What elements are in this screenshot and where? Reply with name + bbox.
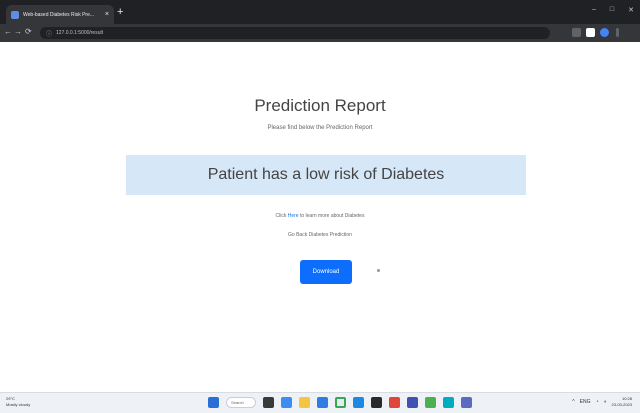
reload-icon[interactable]: ⟳ bbox=[25, 27, 32, 36]
os-taskbar: 29°C Mostly cloudy Search ^ ENG ◔ ◖ 10:2… bbox=[0, 392, 640, 413]
show-hidden-icon[interactable]: ^ bbox=[572, 399, 574, 405]
extension-icon[interactable] bbox=[586, 28, 595, 37]
download-button[interactable]: Download bbox=[300, 260, 352, 284]
language-indicator[interactable]: ENG bbox=[580, 399, 591, 405]
edge-icon[interactable] bbox=[317, 397, 328, 408]
result-text: Patient has a low risk of Diabetes bbox=[207, 166, 445, 183]
window-controls: – □ ✕ bbox=[592, 6, 634, 14]
favicon-icon bbox=[11, 10, 19, 19]
weather-desc: Mostly cloudy bbox=[6, 402, 31, 407]
address-bar[interactable]: ⓘ 127.0.0.1:5000/result bbox=[40, 27, 550, 39]
url-text: 127.0.0.1:5000/result bbox=[56, 30, 103, 36]
chrome-icon[interactable] bbox=[335, 397, 346, 408]
back-icon[interactable]: ← bbox=[4, 27, 12, 36]
file-explorer-icon[interactable] bbox=[299, 397, 310, 408]
learn-more-line: Click Here to learn more about Diabetes bbox=[0, 213, 640, 219]
app-icon[interactable] bbox=[425, 397, 436, 408]
menu-kebab-icon[interactable] bbox=[616, 28, 619, 37]
browser-toolbar: ← → ⟳ ⓘ 127.0.0.1:5000/result bbox=[0, 24, 640, 42]
cursor-dot bbox=[377, 269, 380, 272]
maximize-icon[interactable]: □ bbox=[610, 6, 614, 14]
clock-date: 23-03-2023 bbox=[611, 402, 632, 407]
close-window-icon[interactable]: ✕ bbox=[628, 6, 634, 14]
system-tray: ^ ENG ◔ ◖ 10:28 23-03-2023 bbox=[572, 396, 632, 408]
learn-prefix: Click bbox=[275, 213, 288, 219]
extension-icon[interactable] bbox=[572, 28, 581, 37]
task-view-icon[interactable] bbox=[263, 397, 274, 408]
page-content: Prediction Report Please find below the … bbox=[0, 42, 640, 387]
new-tab-button[interactable]: + bbox=[117, 7, 123, 18]
clock[interactable]: 10:28 23-03-2023 bbox=[612, 396, 632, 408]
learn-more-link[interactable]: Here bbox=[288, 213, 299, 219]
minimize-icon[interactable]: – bbox=[592, 6, 596, 14]
start-icon[interactable] bbox=[208, 397, 219, 408]
app-icon[interactable] bbox=[443, 397, 454, 408]
go-back-link[interactable]: Go Back Diabetes Prediction bbox=[0, 232, 640, 238]
taskbar-apps: Search bbox=[208, 397, 472, 408]
page-title: Prediction Report bbox=[254, 96, 386, 115]
browser-tab[interactable]: Web-based Diabetes Risk Pre... × bbox=[6, 5, 114, 24]
volume-icon[interactable]: ◖ bbox=[604, 399, 607, 405]
taskbar-search[interactable]: Search bbox=[226, 397, 256, 408]
wifi-icon[interactable]: ◔ bbox=[595, 399, 598, 405]
page-subtitle: Please find below the Prediction Report bbox=[267, 125, 373, 131]
result-banner: Patient has a low risk of Diabetes bbox=[126, 155, 526, 195]
forward-icon[interactable]: → bbox=[14, 27, 22, 36]
learn-suffix: to learn more about Diabetes bbox=[298, 213, 365, 219]
widgets-icon[interactable] bbox=[281, 397, 292, 408]
app-icon[interactable] bbox=[407, 397, 418, 408]
app-icon[interactable] bbox=[389, 397, 400, 408]
browser-tab-bar: Web-based Diabetes Risk Pre... × + – □ ✕ bbox=[0, 0, 640, 24]
weather-widget[interactable]: 29°C Mostly cloudy bbox=[6, 396, 30, 408]
app-icon[interactable] bbox=[461, 397, 472, 408]
vscode-icon[interactable] bbox=[353, 397, 364, 408]
profile-avatar[interactable] bbox=[600, 28, 609, 37]
terminal-icon[interactable] bbox=[371, 397, 382, 408]
tab-title: Web-based Diabetes Risk Pre... bbox=[23, 11, 95, 18]
site-info-icon[interactable]: ⓘ bbox=[46, 29, 52, 38]
tab-close-icon[interactable]: × bbox=[105, 11, 109, 18]
